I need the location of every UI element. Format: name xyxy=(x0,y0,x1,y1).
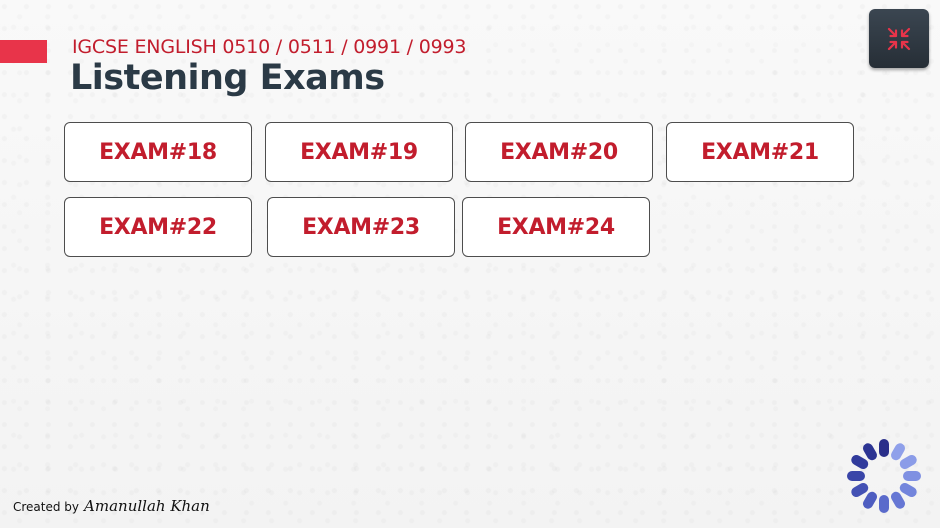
exam-button-19[interactable]: EXAM#19 xyxy=(265,122,453,182)
course-subtitle: IGCSE ENGLISH 0510 / 0511 / 0991 / 0993 xyxy=(72,36,467,58)
credit-line: Created by Amanullah Khan xyxy=(13,497,210,515)
exam-button-23[interactable]: EXAM#23 xyxy=(267,197,455,257)
collapse-arrows-icon xyxy=(887,27,911,50)
loading-spinner-icon xyxy=(847,439,921,513)
exam-button-24[interactable]: EXAM#24 xyxy=(462,197,650,257)
exam-button-20[interactable]: EXAM#20 xyxy=(465,122,653,182)
page-title: Listening Exams xyxy=(70,58,385,98)
exam-button-18[interactable]: EXAM#18 xyxy=(64,122,252,182)
credit-prefix: Created by xyxy=(13,500,80,514)
exit-fullscreen-button[interactable] xyxy=(869,9,929,68)
credit-author-name: Amanullah Khan xyxy=(84,497,210,515)
exam-button-22[interactable]: EXAM#22 xyxy=(64,197,252,257)
accent-bar xyxy=(0,40,47,63)
exam-button-21[interactable]: EXAM#21 xyxy=(666,122,854,182)
